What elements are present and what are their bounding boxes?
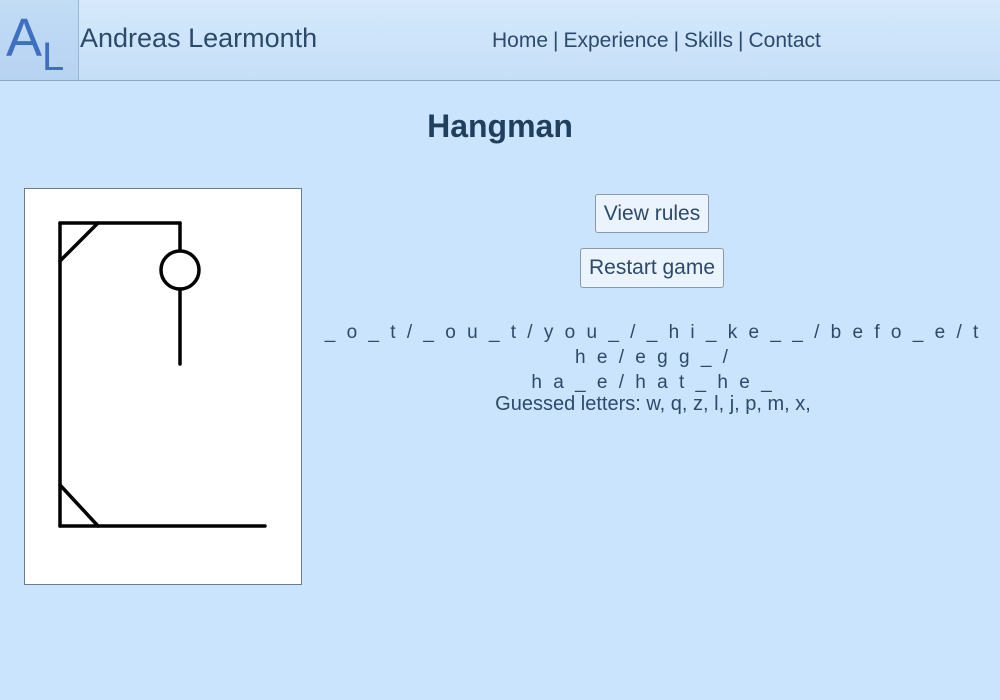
puzzle-line: _ o _ t / _ o u _ t / y o u _ / _ h i _ … (324, 322, 982, 368)
site-logo[interactable]: A L (0, 0, 79, 80)
site-name: Andreas Learmonth (80, 23, 318, 53)
nav-separator: | (673, 29, 680, 52)
logo-monogram-icon: A L (6, 8, 64, 79)
guessed-letters: Guessed letters: w, q, z, l, j, p, m, x, (318, 393, 988, 416)
hangman-canvas (24, 188, 302, 585)
puzzle-line: h a _ e / h a t _ h e _ (531, 372, 775, 393)
nav-contact-link[interactable]: Contact (749, 29, 821, 52)
site-header: A L Andreas Learmonth Home | Experience | Sk… (0, 0, 1000, 81)
nav-separator: | (553, 29, 559, 52)
hangman-drawing (58, 221, 267, 528)
nav-separator: | (738, 29, 744, 52)
logo-letter-l: L (42, 35, 64, 79)
gallows-top-brace (58, 221, 100, 263)
page-title: Hangman (427, 108, 573, 144)
restart-game-button[interactable]: Restart game (580, 248, 724, 288)
guessed-letters-label: Guessed letters: (495, 393, 641, 415)
puzzle-phrase: _ o _ t / _ o u _ t / y o u _ / _ h i _ … (318, 320, 988, 395)
view-rules-button[interactable]: View rules (595, 194, 709, 233)
nav-skills-link[interactable]: Skills (684, 29, 733, 52)
guessed-letters-value: w, q, z, l, j, p, m, x, (646, 393, 811, 415)
nav-home-link[interactable]: Home (492, 29, 548, 52)
hangman-head (159, 249, 201, 291)
nav-experience-link[interactable]: Experience (564, 29, 669, 52)
logo-letter-a: A (6, 8, 42, 68)
main-nav: Home | Experience | Skills | Contact (492, 29, 821, 53)
gallows-bottom-brace (58, 483, 100, 528)
